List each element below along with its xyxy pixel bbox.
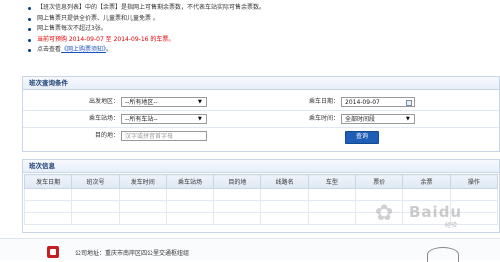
bullet-icon — [28, 38, 31, 42]
bullet-icon — [28, 7, 31, 10]
notice-item: 网上售票只提供全价票、儿童票和儿童免票 。 — [28, 14, 265, 25]
company-logo-icon — [47, 246, 59, 258]
column-header: 目的地 — [213, 174, 262, 189]
notice-item: 【班次信息列表】中的【余票】是指网上可售剩余票数，不代表车站实际可售余票数。 — [28, 3, 265, 14]
chevron-down-icon: ▼ — [406, 116, 410, 122]
certification-badge-icon — [427, 247, 459, 262]
destination-label: 目的地： — [94, 132, 119, 139]
column-header: 车型 — [307, 174, 357, 189]
station-select[interactable]: --所有车站-- ▼ — [121, 114, 207, 124]
trains-panel-title: 班次信息 — [23, 160, 499, 173]
chevron-down-icon: ▼ — [198, 116, 202, 122]
company-address: 公司地址：重庆市南岸区四公里交通枢纽组 — [75, 250, 190, 257]
watermark-brand: Baidu — [409, 203, 463, 221]
date-label: 乘车日期： — [308, 98, 339, 105]
date-input[interactable]: 2014-09-07 — [341, 97, 415, 107]
station-label: 乘车站场： — [88, 115, 119, 122]
footer: 公司地址：重庆市南岸区四公里交通枢纽组 — [0, 238, 500, 262]
origin-select[interactable]: --所有地区-- ▼ — [121, 97, 207, 107]
paw-icon: ✿ — [375, 201, 394, 226]
column-header: 班次号 — [71, 174, 120, 189]
notice-item-guide: 点击查看《网上购票须知》。 — [28, 45, 265, 56]
notice-area: 【班次信息列表】中的【余票】是指网上可售剩余票数，不代表车站实际可售余票数。 网… — [0, 0, 500, 68]
column-header: 发车时间 — [118, 174, 167, 189]
bullet-icon — [28, 49, 31, 52]
query-panel: 班次查询条件 出发地区： --所有地区-- ▼ 乘车日期： 2014-09-07… — [22, 76, 500, 152]
column-header: 线路名 — [260, 174, 309, 189]
column-header: 操作 — [449, 174, 499, 189]
time-select[interactable]: 全部时间段 ▼ — [341, 114, 415, 124]
destination-input[interactable]: 汉字或拼音首字母 — [121, 131, 207, 141]
origin-label: 出发地区： — [88, 98, 119, 105]
notice-item-presale-range: 当前可预购 2014-09-07 至 2014-09-16 的车票。 — [28, 35, 265, 46]
table-header-row: 发车日期 班次号 发车时间 乘车站场 目的地 线路名 车型 票价 余票 操作 — [23, 174, 499, 189]
chevron-down-icon: ▼ — [198, 99, 202, 105]
column-header: 票价 — [355, 174, 404, 189]
notice-item: 网上售票每次不超过3张。 — [28, 24, 265, 35]
watermark-sub: 经验 — [445, 222, 458, 229]
column-header: 余票 — [402, 174, 451, 189]
time-label: 乘车时间： — [308, 115, 339, 122]
query-row-3: 目的地： 汉字或拼音首字母 查询 — [23, 128, 499, 144]
column-header: 发车日期 — [23, 174, 73, 189]
baidu-watermark: ✿ Baidu 经验 — [375, 195, 490, 231]
bullet-icon — [28, 17, 31, 21]
query-panel-title: 班次查询条件 — [23, 77, 499, 90]
query-row-2: 乘车站场： --所有车站-- ▼ 乘车时间： 全部时间段 ▼ — [23, 111, 499, 127]
calendar-icon[interactable] — [406, 99, 412, 106]
search-button[interactable]: 查询 — [345, 130, 379, 144]
query-row-1: 出发地区： --所有地区-- ▼ 乘车日期： 2014-09-07 — [23, 94, 499, 110]
purchase-guide-link[interactable]: 《网上购票须知》 — [61, 46, 106, 53]
bullet-icon — [28, 28, 31, 31]
column-header: 乘车站场 — [165, 174, 215, 189]
notice-list: 【班次信息列表】中的【余票】是指网上可售剩余票数，不代表车站实际可售余票数。 网… — [28, 3, 265, 56]
